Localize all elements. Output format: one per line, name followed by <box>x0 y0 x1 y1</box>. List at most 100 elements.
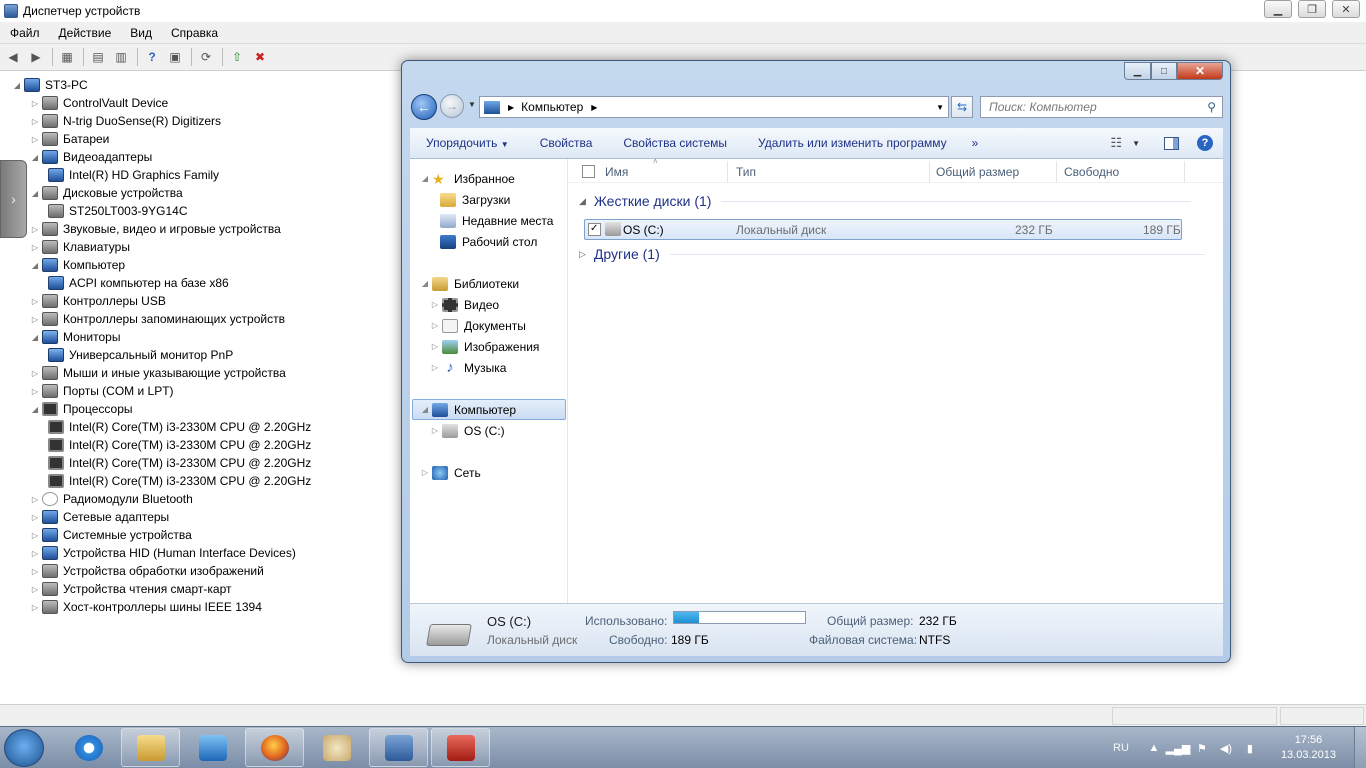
organize-button[interactable]: Упорядочить ▼ <box>410 136 524 150</box>
volume-icon[interactable]: ◀) <box>1219 741 1233 755</box>
minimize-button[interactable]: ▁ <box>1264 0 1292 18</box>
group-hard-disks[interactable]: ◢ Жесткие диски (1) <box>579 193 1192 209</box>
tree-category[interactable]: ◢ Процессоры <box>30 400 133 418</box>
collapse-arrow-icon[interactable]: ◢ <box>30 405 40 414</box>
expand-arrow-icon[interactable]: ▷ <box>430 300 440 309</box>
tree-category[interactable]: ▷ Устройства HID (Human Interface Devices… <box>30 544 296 562</box>
expand-arrow-icon[interactable]: ▷ <box>30 513 40 522</box>
properties-button[interactable]: Свойства <box>524 136 608 150</box>
chevron-down-icon[interactable]: ▼ <box>1132 139 1140 148</box>
taskbar-explorer[interactable] <box>121 728 180 767</box>
taskbar-paint[interactable] <box>307 728 366 767</box>
tree-device[interactable]: Универсальный монитор PnP <box>48 346 233 364</box>
tree-category[interactable]: ▷ Порты (COM и LPT) <box>30 382 174 400</box>
back-button[interactable]: ← <box>411 94 437 120</box>
tree-category[interactable]: ◢ Мониторы <box>30 328 120 346</box>
expand-arrow-icon[interactable]: ▷ <box>30 117 40 126</box>
nav-item-os-c[interactable]: ▷ OS (C:) <box>430 421 505 440</box>
collapse-arrow-icon[interactable]: ◢ <box>12 81 22 90</box>
show-desktop-button[interactable] <box>1354 727 1366 768</box>
restore-button[interactable]: ❐ <box>1298 0 1326 18</box>
start-button-windows-logo-icon[interactable] <box>4 729 44 767</box>
expand-arrow-icon[interactable]: ▷ <box>30 135 40 144</box>
column-type[interactable]: Тип <box>736 165 756 179</box>
column-free[interactable]: Свободно <box>1064 165 1119 179</box>
tree-category[interactable]: ▷ Устройства обработки изображений <box>30 562 264 580</box>
uninstall-program-button[interactable]: Удалить или изменить программу <box>742 136 962 150</box>
nav-favorites[interactable]: ◢ ★ Избранное <box>420 169 515 188</box>
more-commands-icon[interactable]: » <box>962 136 994 150</box>
tree-device[interactable]: Intel(R) Core(TM) i3-2330M CPU @ 2.20GHz <box>48 418 311 436</box>
tree-category[interactable]: ▷ Контроллеры запоминающих устройств <box>30 310 285 328</box>
properties-icon[interactable]: ▤ <box>89 48 107 66</box>
tree-category[interactable]: ◢ Видеоадаптеры <box>30 148 152 166</box>
update-driver-icon[interactable]: ⇧ <box>228 48 246 66</box>
language-indicator[interactable]: RU <box>1113 742 1129 754</box>
expand-arrow-icon[interactable]: ▷ <box>30 567 40 576</box>
tree-category[interactable]: ▷ N-trig DuoSense(R) Digitizers <box>30 112 221 130</box>
clock[interactable]: 17:56 13.03.2013 <box>1281 733 1336 763</box>
column-separator[interactable] <box>1184 161 1185 183</box>
expand-arrow-icon[interactable]: ▷ <box>30 225 40 234</box>
explorer-close-button[interactable]: ✕ <box>1177 62 1223 80</box>
collapse-arrow-icon[interactable]: ◢ <box>579 196 586 207</box>
device-manager-titlebar[interactable]: Диспетчер устройств ▁ ❐ ✕ <box>0 0 1366 21</box>
uninstall-device-icon[interactable]: ✖ <box>251 48 269 66</box>
tree-device[interactable]: Intel(R) Core(TM) i3-2330M CPU @ 2.20GHz <box>48 454 311 472</box>
tray-expand-arrow-icon[interactable]: ▲ <box>1147 741 1161 755</box>
drive-row-os-c[interactable]: ✓ OS (C:) Локальный диск 232 ГБ 189 ГБ <box>584 219 1182 240</box>
expand-arrow-icon[interactable]: ▷ <box>430 363 440 372</box>
nav-item-recent[interactable]: Недавние места <box>440 211 553 230</box>
breadcrumb-arrow-icon[interactable]: ▶ <box>508 103 514 112</box>
recent-pages-dropdown-icon[interactable]: ▼ <box>468 100 476 109</box>
tree-category[interactable]: ▷ Мыши и иные указывающие устройства <box>30 364 286 382</box>
menu-view[interactable]: Вид <box>120 26 161 40</box>
collapse-arrow-icon[interactable]: ◢ <box>30 189 40 198</box>
collapse-arrow-icon[interactable]: ◢ <box>30 153 40 162</box>
tree-device[interactable]: Intel(R) Core(TM) i3-2330M CPU @ 2.20GHz <box>48 472 311 490</box>
expand-arrow-icon[interactable]: ▷ <box>30 243 40 252</box>
tree-device[interactable]: Intel(R) Core(TM) i3-2330M CPU @ 2.20GHz <box>48 436 311 454</box>
expand-arrow-icon[interactable]: ▷ <box>30 585 40 594</box>
column-total-size[interactable]: Общий размер <box>936 165 1019 179</box>
search-input[interactable]: Поиск: Компьютер ⚲ <box>980 96 1223 118</box>
tree-device[interactable]: ACPI компьютер на базе x86 <box>48 274 229 292</box>
nav-item-downloads[interactable]: Загрузки <box>440 190 510 209</box>
nav-item-desktop[interactable]: Рабочий стол <box>440 232 537 251</box>
tree-category[interactable]: ▷ Клавиатуры <box>30 238 130 256</box>
explorer-minimize-button[interactable]: ▁ <box>1124 62 1151 80</box>
collapse-arrow-icon[interactable]: ◢ <box>30 261 40 270</box>
tree-category[interactable]: ▷ Батареи <box>30 130 109 148</box>
drive-checkbox[interactable]: ✓ <box>588 223 601 236</box>
breadcrumb-computer[interactable]: Компьютер <box>521 100 583 114</box>
wifi-signal-icon[interactable]: ▂▄▆ <box>1166 741 1191 755</box>
nav-item-pictures[interactable]: ▷ Изображения <box>430 337 539 356</box>
address-dropdown-icon[interactable]: ▼ <box>936 103 944 112</box>
taskbar-firefox[interactable] <box>245 728 304 767</box>
menu-help[interactable]: Справка <box>161 26 227 40</box>
expand-arrow-icon[interactable]: ▷ <box>30 495 40 504</box>
group-other[interactable]: ▷ Другие (1) <box>579 246 1205 262</box>
column-separator[interactable] <box>929 161 930 183</box>
tree-category[interactable]: ▷ Системные устройства <box>30 526 192 544</box>
expand-arrow-icon[interactable]: ▷ <box>30 315 40 324</box>
view-icon[interactable]: ▥ <box>112 48 130 66</box>
expand-arrow-icon[interactable]: ▷ <box>30 603 40 612</box>
tree-root[interactable]: ◢ ST3-PC <box>12 76 88 94</box>
explorer-maximize-button[interactable]: □ <box>1151 62 1177 80</box>
collapse-arrow-icon[interactable]: ◢ <box>420 174 430 183</box>
menu-file[interactable]: Файл <box>0 26 49 40</box>
expand-arrow-icon[interactable]: ▷ <box>30 549 40 558</box>
nav-network[interactable]: ▷ Сеть <box>420 463 481 482</box>
address-bar[interactable]: ▶ Компьютер ▶ ▼ <box>479 96 949 118</box>
expand-arrow-icon[interactable]: ▷ <box>30 99 40 108</box>
preview-pane-icon[interactable] <box>1164 136 1179 150</box>
nav-item-video[interactable]: ▷ Видео <box>430 295 499 314</box>
column-name[interactable]: Имя <box>605 165 628 179</box>
tree-category[interactable]: ▷ Контроллеры USB <box>30 292 166 310</box>
menu-action[interactable]: Действие <box>49 26 121 40</box>
collapse-arrow-icon[interactable]: ◢ <box>30 333 40 342</box>
taskbar-internet-explorer[interactable] <box>60 728 118 767</box>
breadcrumb-arrow-icon[interactable]: ▶ <box>591 103 597 112</box>
tree-category[interactable]: ▷ ControlVault Device <box>30 94 168 112</box>
